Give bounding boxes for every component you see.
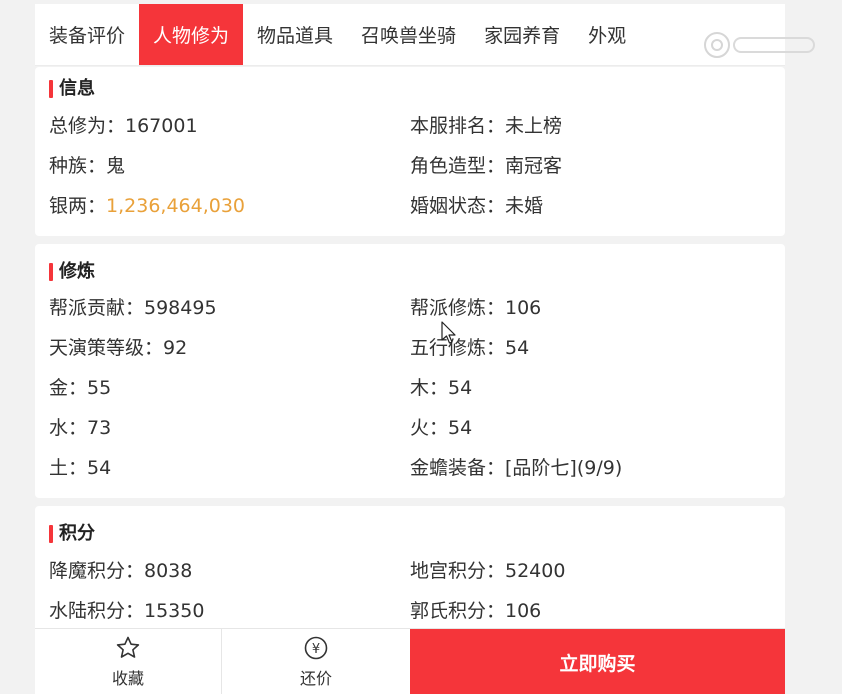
- earth-value: 土：54: [49, 457, 112, 479]
- wood-value: 木：54: [410, 377, 473, 399]
- points-title: 积分: [49, 523, 95, 545]
- silver-value: 1,236,464,030: [106, 195, 246, 217]
- marital-status: 婚姻状态：未婚: [410, 195, 544, 217]
- info-card: 信息 总修为：167001 本服排名：未上榜 种族：鬼 角色造型：南冠客 银两：…: [35, 67, 785, 236]
- bottom-action-bar: 收藏 ¥ 还价 立即购买: [35, 628, 785, 694]
- character-model: 角色造型：南冠客: [410, 155, 563, 177]
- favorite-button[interactable]: 收藏: [35, 629, 222, 694]
- favorite-label: 收藏: [111, 669, 144, 688]
- palace-points: 地宫积分：52400: [410, 560, 566, 582]
- server-rank: 本服排名：未上榜: [410, 115, 563, 137]
- tab-bar: 装备评价 人物修为 物品道具 召唤兽坐骑 家园养育 外观: [35, 4, 785, 66]
- tab-summon-mounts[interactable]: 召唤兽坐骑: [347, 4, 470, 65]
- golden-toad-equipment: 金蟾装备：[品阶七](9/9): [410, 457, 623, 479]
- silver-label: 银两：: [49, 195, 107, 217]
- tab-items[interactable]: 物品道具: [243, 4, 347, 65]
- main-column: 装备评价 人物修为 物品道具 召唤兽坐骑 家园养育 外观 信息 总修为：1670…: [35, 0, 785, 694]
- watermark-logo: [704, 32, 815, 58]
- training-title: 修炼: [49, 261, 95, 283]
- bargain-label: 还价: [299, 669, 332, 688]
- water-value: 水：73: [49, 417, 112, 439]
- bargain-icon-glyph: ¥: [312, 642, 320, 657]
- gang-contribution: 帮派贡献：598495: [49, 297, 217, 319]
- buy-now-button[interactable]: 立即购买: [410, 629, 785, 694]
- demon-points: 降魔积分：8038: [49, 560, 193, 582]
- silver: 银两：1,236,464,030: [49, 193, 245, 219]
- training-card: 修炼 帮派贡献：598495 帮派修炼：106 天演策等级：92 五行修炼：54…: [35, 244, 785, 498]
- five-elements-training: 五行修炼：54: [410, 337, 530, 359]
- yen-coin-icon: ¥: [304, 636, 328, 660]
- fire-value: 火：54: [410, 417, 473, 439]
- mouse-cursor-icon: [441, 321, 456, 344]
- buy-now-label: 立即购买: [559, 652, 636, 675]
- tab-character-cultivation[interactable]: 人物修为: [139, 4, 244, 65]
- info-title: 信息: [49, 78, 95, 100]
- tab-home-breeding[interactable]: 家园养育: [470, 4, 574, 65]
- total-cultivation: 总修为：167001: [49, 115, 198, 137]
- metal-value: 金：55: [49, 377, 112, 399]
- land-water-points: 水陆积分：15350: [49, 600, 205, 622]
- points-card: 积分 降魔积分：8038 地宫积分：52400 水陆积分：15350 郭氏积分：…: [35, 506, 785, 636]
- tianyan-level: 天演策等级：92: [49, 337, 188, 359]
- race: 种族：鬼: [49, 155, 126, 177]
- guo-points: 郭氏积分：106: [410, 600, 542, 622]
- tab-appearance[interactable]: 外观: [574, 4, 640, 65]
- gang-training: 帮派修炼：106: [410, 297, 542, 319]
- star-icon: [116, 636, 140, 658]
- bargain-button[interactable]: ¥ 还价: [222, 629, 410, 694]
- tab-equipment-review[interactable]: 装备评价: [35, 4, 139, 65]
